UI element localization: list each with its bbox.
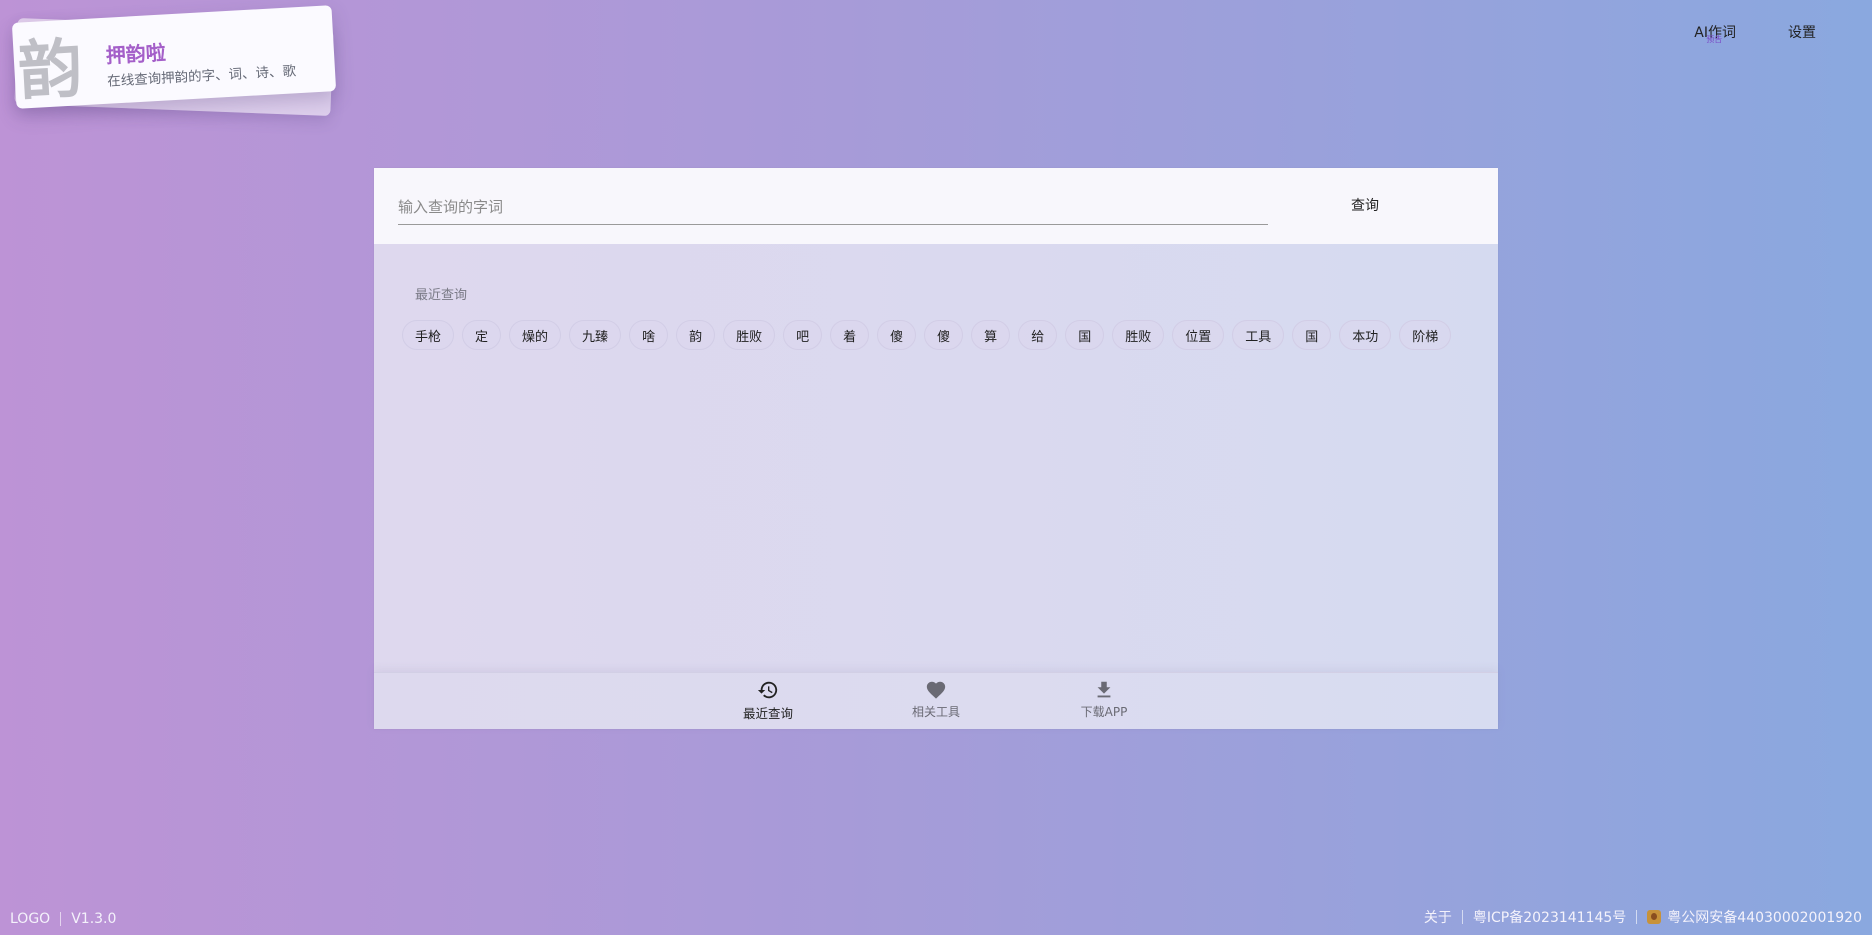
tab-recent-queries[interactable]: 最近查询 [708,679,828,725]
recent-query-chip[interactable]: 工具 [1232,320,1285,350]
nav-ai-badge: 预告 [1706,35,1723,44]
divider [60,912,62,926]
recent-queries-title: 最近查询 [415,288,468,303]
logo-card[interactable]: 韵 押韵啦 在线查询押韵的字、词、诗、歌 [10,5,340,118]
tab-related-tools-label: 相关工具 [911,705,960,719]
recent-query-chip[interactable]: 位置 [1172,320,1225,350]
nav-settings[interactable]: 设置 [1788,22,1816,42]
recent-query-chip[interactable]: 胜败 [1112,320,1165,350]
recent-queries-list: 手枪 定 燥的 九臻 啥 韵 胜败 吧 着 傻 傻 算 给 国 胜败 位置 工具… [402,320,1472,350]
footer-about-link[interactable]: 关于 [1424,907,1452,927]
recent-query-chip[interactable]: 国 [1292,320,1332,350]
recent-query-chip[interactable]: 啥 [629,320,669,350]
footer-logo-link[interactable]: LOGO [10,911,50,927]
search-bar: 查询 [374,168,1498,244]
tab-recent-queries-label: 最近查询 [742,706,793,721]
site-title: 押韵啦 [105,40,167,68]
footer-icp-link[interactable]: 粤ICP备2023141145号 [1473,907,1626,927]
tab-related-tools[interactable]: 相关工具 [876,679,996,725]
recent-query-chip[interactable]: 胜败 [723,320,776,350]
divider [1636,910,1638,924]
search-button[interactable]: 查询 [1320,190,1410,220]
recent-query-chip[interactable]: 国 [1065,320,1105,350]
footer-police-link[interactable]: 粤公网安备44030002001920 [1667,907,1862,927]
recent-query-chip[interactable]: 算 [971,320,1011,350]
divider [1461,910,1463,924]
recent-query-chip[interactable]: 傻 [924,320,964,350]
tab-download-app-label: 下载APP [1080,705,1128,719]
heart-icon [926,681,946,699]
recent-query-chip[interactable]: 阶梯 [1399,320,1452,350]
footer-right: 关于 粤ICP备2023141145号 粤公网安备44030002001920 [1424,907,1862,927]
recent-query-chip[interactable]: 给 [1018,320,1058,350]
nav-ai-lyrics[interactable]: AI作词 预告 [1694,22,1736,44]
logo-card-front: 韵 押韵啦 在线查询押韵的字、词、诗、歌 [11,5,337,109]
recent-query-chip[interactable]: 本功 [1339,320,1392,350]
main-panel: 查询 最近查询 手枪 定 燥的 九臻 啥 韵 胜败 吧 着 傻 傻 算 给 国 … [374,168,1498,729]
recent-query-chip[interactable]: 九臻 [569,320,622,350]
recent-query-chip[interactable]: 韵 [676,320,716,350]
bottom-tab-bar: 最近查询 相关工具 下载APP [374,672,1498,729]
police-badge-icon [1647,910,1662,924]
version-label: V1.3.0 [71,911,117,927]
download-icon [1097,681,1111,698]
logo-glyph: 韵 [16,31,85,109]
recent-query-chip[interactable]: 燥的 [509,320,562,350]
history-icon [757,681,778,699]
footer-left: LOGO V1.3.0 [10,911,116,927]
recent-query-chip[interactable]: 傻 [877,320,917,350]
recent-query-chip[interactable]: 吧 [783,320,823,350]
recent-query-chip[interactable]: 定 [462,320,502,350]
search-input[interactable] [398,192,1268,225]
recent-query-chip[interactable]: 手枪 [402,320,455,350]
top-nav: AI作词 预告 设置 [1694,22,1816,44]
tab-download-app[interactable]: 下载APP [1044,679,1164,725]
recent-query-chip[interactable]: 着 [830,320,870,350]
